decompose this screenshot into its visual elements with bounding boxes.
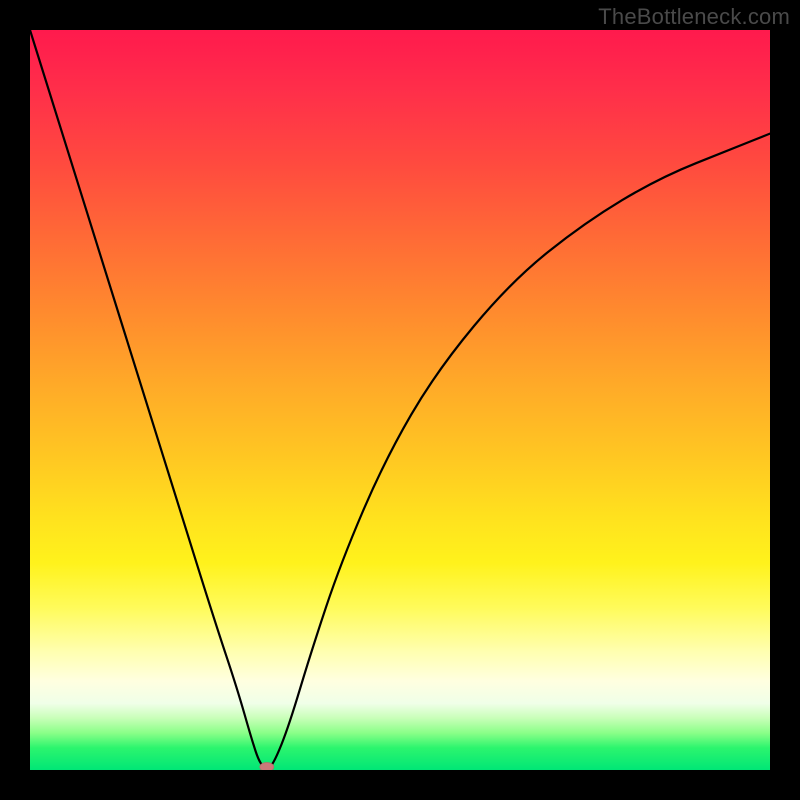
- curve-layer: [30, 30, 770, 770]
- chart-frame: TheBottleneck.com: [0, 0, 800, 800]
- watermark-text: TheBottleneck.com: [598, 4, 790, 30]
- optimal-point-marker: [260, 763, 274, 771]
- bottleneck-curve: [30, 30, 770, 768]
- plot-area: [30, 30, 770, 770]
